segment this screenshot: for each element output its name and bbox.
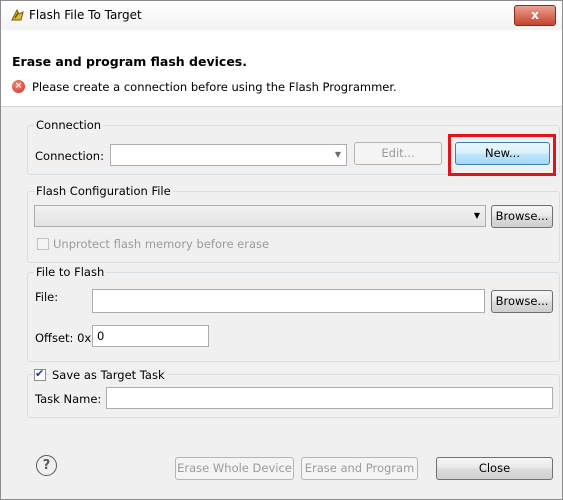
connection-combo[interactable]: ▼ [110,144,347,166]
offset-input[interactable]: 0 [92,325,209,347]
close-button[interactable]: Close [436,457,553,480]
dialog-header: Erase and program flash devices. × Pleas… [1,30,562,107]
file-label: File: [35,290,59,304]
error-message: Please create a connection before using … [32,80,397,94]
connection-label: Connection: [35,149,104,163]
header-title: Erase and program flash devices. [12,54,247,69]
unprotect-label: Unprotect flash memory before erase [53,237,270,251]
flash-config-browse-button[interactable]: Browse... [491,205,553,228]
flash-config-group: Flash Configuration File [27,184,560,263]
file-browse-button[interactable]: Browse... [491,290,553,313]
erase-whole-device-button[interactable]: Erase Whole Device [175,457,294,480]
flash-programmer-icon [10,8,25,22]
save-target-task-checkbox[interactable]: ✔ [34,367,46,381]
unprotect-checkbox[interactable] [37,238,49,250]
checkmark-icon: ✔ [35,367,45,380]
save-target-task-label: Save as Target Task [50,368,167,382]
file-to-flash-group-label: File to Flash [34,265,107,279]
chevron-down-icon[interactable]: ▼ [474,211,480,220]
flash-config-group-label: Flash Configuration File [34,184,173,198]
file-path-input[interactable] [92,289,485,313]
window-title: Flash File To Target [29,8,142,22]
file-to-flash-group: File to Flash [27,265,560,362]
close-icon: x [531,8,539,22]
connection-group-label: Connection [34,118,104,132]
error-icon: × [12,80,25,93]
window-close-button[interactable]: x [514,5,556,26]
task-name-input[interactable] [106,387,553,409]
offset-label: Offset: 0x [35,331,92,345]
offset-value: 0 [97,329,105,343]
flash-file-to-target-dialog: Flash File To Target x Erase and program… [0,0,563,500]
edit-connection-button[interactable]: Edit... [354,142,442,165]
flash-config-combo[interactable]: ▼ [34,205,486,227]
title-bar[interactable]: Flash File To Target x [1,1,562,30]
new-button-highlight [448,134,556,176]
erase-and-program-button[interactable]: Erase and Program [301,457,418,480]
help-icon[interactable]: ? [36,455,57,476]
task-name-label: Task Name: [35,392,102,406]
chevron-down-icon[interactable]: ▼ [335,150,341,159]
